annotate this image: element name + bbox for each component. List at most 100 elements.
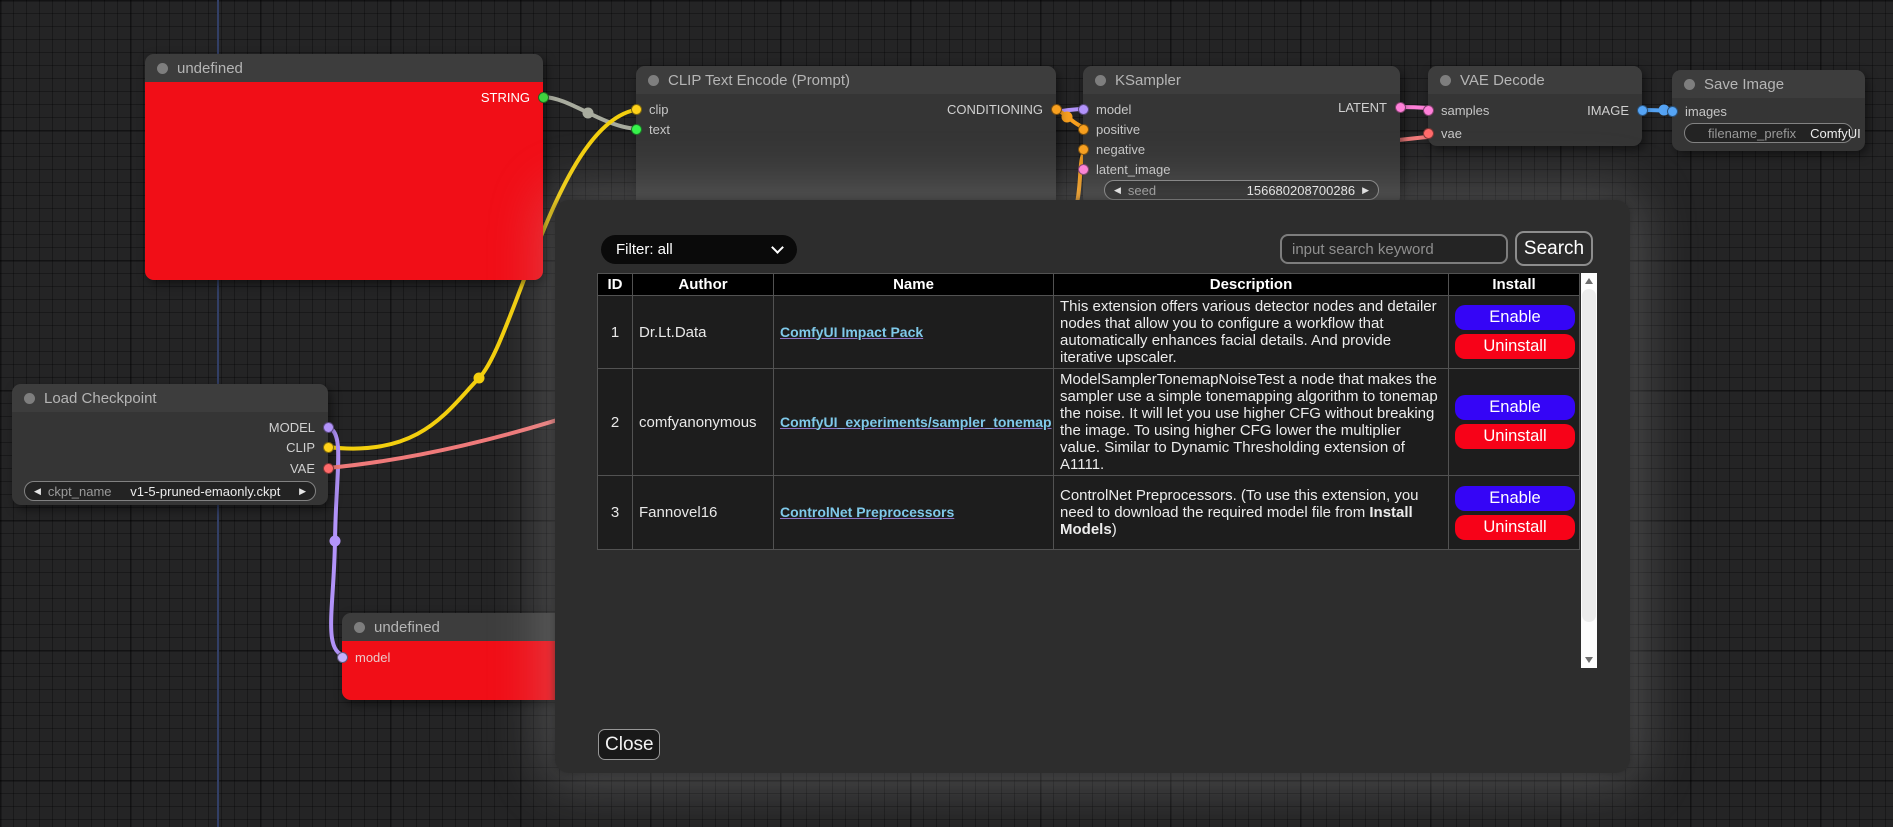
string-port-icon[interactable] (538, 92, 549, 103)
cell-author: comfyanonymous (633, 369, 774, 476)
filename-prefix-widget[interactable]: filename_prefix ComfyUI (1684, 123, 1853, 143)
extension-table-scroll-area: IDAuthorNameDescriptionInstall 1Dr.Lt.Da… (597, 273, 1597, 668)
node-body: model (342, 641, 564, 700)
enable-button[interactable]: Enable (1455, 486, 1575, 511)
scroll-up-arrow-icon[interactable] (1585, 278, 1593, 284)
input-positive[interactable]: positive (1083, 119, 1140, 139)
output-image[interactable]: IMAGE (1587, 100, 1642, 120)
input-model[interactable]: model (1083, 99, 1131, 119)
node-title-bar[interactable]: Save Image (1672, 70, 1865, 98)
comfyui-canvas[interactable]: undefined STRING CLIP Text Encode (Promp… (0, 0, 1893, 827)
node-title: VAE Decode (1460, 72, 1545, 89)
description-text: ControlNet Preprocessors. (To use this e… (1060, 487, 1419, 521)
node-title-bar[interactable]: VAE Decode (1428, 66, 1642, 94)
output-vae[interactable]: VAE (290, 458, 328, 478)
node-title-bar[interactable]: undefined (342, 613, 564, 641)
latent-port-icon[interactable] (1078, 164, 1089, 175)
extension-link[interactable]: ControlNet Preprocessors (780, 504, 954, 520)
input-model[interactable]: model (342, 647, 390, 667)
enable-button[interactable]: Enable (1455, 395, 1575, 420)
node-save-image[interactable]: Save Image images filename_prefix ComfyU… (1672, 70, 1865, 151)
close-button[interactable]: Close (598, 729, 660, 760)
collapse-dot-icon[interactable] (1440, 75, 1451, 86)
conditioning-port-icon[interactable] (1051, 104, 1062, 115)
search-button[interactable]: Search (1515, 231, 1593, 266)
seed-widget[interactable]: ◀ seed 156680208700286 ▶ (1104, 180, 1379, 200)
column-header: Description (1054, 274, 1449, 296)
node-title-bar[interactable]: KSampler (1083, 66, 1400, 94)
node-title-bar[interactable]: CLIP Text Encode (Prompt) (636, 66, 1056, 94)
collapse-dot-icon[interactable] (1684, 79, 1695, 90)
node-clip-text-encode[interactable]: CLIP Text Encode (Prompt) clip text COND… (636, 66, 1056, 216)
cell-description: ModelSamplerTonemapNoiseTest a node that… (1054, 369, 1449, 476)
conditioning-port-icon[interactable] (1078, 124, 1089, 135)
collapse-dot-icon[interactable] (648, 75, 659, 86)
input-negative[interactable]: negative (1083, 139, 1145, 159)
input-vae[interactable]: vae (1428, 123, 1462, 143)
scrollbar-thumb[interactable] (1582, 289, 1596, 622)
widget-label: ckpt_name (48, 484, 112, 499)
input-latent-image[interactable]: latent_image (1083, 159, 1170, 179)
image-port-icon[interactable] (1637, 105, 1648, 116)
latent-port-icon[interactable] (1423, 105, 1434, 116)
column-header: Install (1449, 274, 1580, 296)
search-input[interactable] (1280, 234, 1508, 264)
clip-port-icon[interactable] (631, 104, 642, 115)
text-port-icon[interactable] (631, 124, 642, 135)
increment-arrow-icon[interactable]: ▶ (1362, 186, 1369, 195)
input-images[interactable]: images (1672, 101, 1727, 121)
column-header: ID (598, 274, 633, 296)
extension-link[interactable]: ComfyUI Impact Pack (780, 324, 923, 340)
uninstall-button[interactable]: Uninstall (1455, 515, 1575, 540)
column-header: Author (633, 274, 774, 296)
node-load-checkpoint[interactable]: Load Checkpoint MODEL CLIP VAE ◀ ckpt_na… (12, 384, 328, 505)
cell-install: Enable Uninstall (1449, 296, 1580, 369)
increment-arrow-icon[interactable]: ▶ (299, 487, 306, 496)
filter-select[interactable]: Filter: all (601, 235, 797, 264)
output-conditioning[interactable]: CONDITIONING (947, 99, 1056, 119)
collapse-dot-icon[interactable] (1095, 75, 1106, 86)
node-ksampler[interactable]: KSampler model positive negative latent_… (1083, 66, 1400, 206)
node-title-bar[interactable]: undefined (145, 54, 543, 82)
collapse-dot-icon[interactable] (24, 393, 35, 404)
uninstall-button[interactable]: Uninstall (1455, 424, 1575, 449)
node-undefined-top[interactable]: undefined STRING (145, 54, 543, 280)
output-clip[interactable]: CLIP (286, 437, 328, 457)
conditioning-port-icon[interactable] (1078, 144, 1089, 155)
filter-selected-value: Filter: all (616, 241, 673, 258)
vae-port-icon[interactable] (323, 463, 334, 474)
model-port-icon[interactable] (1078, 104, 1089, 115)
decrement-arrow-icon[interactable]: ◀ (1114, 186, 1121, 195)
wire-dot (1062, 112, 1073, 123)
widget-value: v1-5-pruned-emaonly.ckpt (130, 484, 280, 499)
collapse-dot-icon[interactable] (354, 622, 365, 633)
input-samples[interactable]: samples (1428, 100, 1489, 120)
uninstall-button[interactable]: Uninstall (1455, 334, 1575, 359)
decrement-arrow-icon[interactable]: ◀ (34, 487, 41, 496)
scroll-down-arrow-icon[interactable] (1585, 657, 1593, 663)
cell-name: ComfyUI_experiments/sampler_tonemap (774, 369, 1054, 476)
node-title: Load Checkpoint (44, 390, 157, 407)
latent-port-icon[interactable] (1395, 102, 1406, 113)
image-port-icon[interactable] (1667, 106, 1678, 117)
model-port-icon[interactable] (323, 422, 334, 433)
output-latent[interactable]: LATENT (1338, 97, 1400, 117)
collapse-dot-icon[interactable] (157, 63, 168, 74)
output-model[interactable]: MODEL (269, 417, 328, 437)
clip-port-icon[interactable] (323, 442, 334, 453)
ckpt-name-widget[interactable]: ◀ ckpt_name v1-5-pruned-emaonly.ckpt ▶ (24, 481, 316, 501)
node-vae-decode[interactable]: VAE Decode samples vae IMAGE (1428, 66, 1642, 146)
wire-dot (474, 373, 485, 384)
input-text[interactable]: text (636, 119, 670, 139)
enable-button[interactable]: Enable (1455, 305, 1575, 330)
table-scrollbar[interactable] (1581, 273, 1597, 668)
model-port-icon[interactable] (337, 652, 348, 663)
output-string[interactable]: STRING (481, 87, 543, 107)
node-undefined-bottom[interactable]: undefined model (342, 613, 564, 700)
cell-id: 2 (598, 369, 633, 476)
node-title-bar[interactable]: Load Checkpoint (12, 384, 328, 412)
input-clip[interactable]: clip (636, 99, 669, 119)
vae-port-icon[interactable] (1423, 128, 1434, 139)
node-title: CLIP Text Encode (Prompt) (668, 72, 850, 89)
extension-link[interactable]: ComfyUI_experiments/sampler_tonemap (780, 414, 1052, 430)
